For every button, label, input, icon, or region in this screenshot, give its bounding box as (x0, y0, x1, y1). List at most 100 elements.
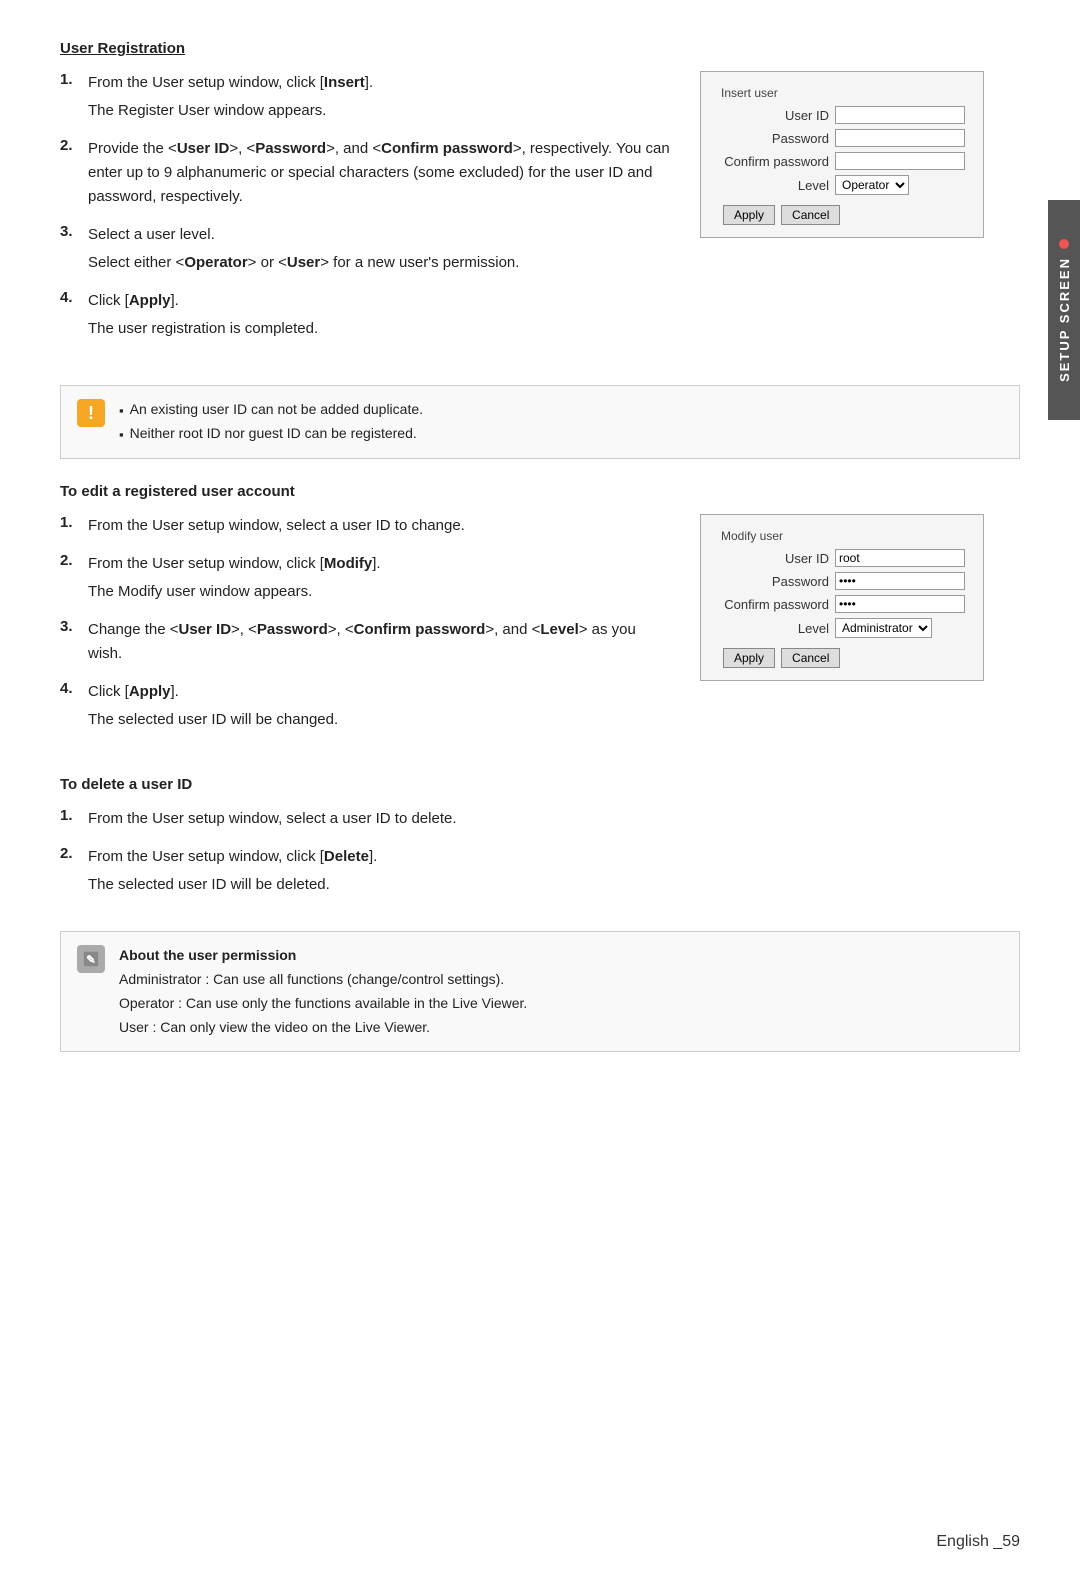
edit-user-section: To edit a registered user account 1. Fro… (60, 483, 1020, 746)
user-registration-content: 1. From the User setup window, click [In… (60, 71, 1020, 355)
delete-step-1: 1. From the User setup window, select a … (60, 807, 1020, 835)
modify-password-input[interactable] (835, 572, 965, 590)
edit-step-1-content: From the User setup window, select a use… (88, 514, 670, 542)
edit-step-4-text: Click [Apply]. (88, 680, 670, 704)
insert-cancel-button[interactable]: Cancel (781, 205, 840, 225)
edit-step-2-text: From the User setup window, click [Modif… (88, 552, 670, 576)
step-2-text: Provide the <User ID>, <Password>, and <… (88, 137, 670, 209)
info-icon: ✎ (77, 945, 105, 973)
insert-userid-row: User ID (719, 106, 965, 124)
insert-apply-button[interactable]: Apply (723, 205, 775, 225)
modify-user-form: Modify user User ID Password Confirm pas… (700, 514, 984, 681)
edit-step-4-num: 4. (60, 680, 84, 736)
insert-user-form: Insert user User ID Password Confirm pas… (700, 71, 984, 238)
modify-password-label: Password (719, 574, 829, 589)
note-box: ! ▪ An existing user ID can not be added… (60, 385, 1020, 459)
edit-step-4-content: Click [Apply]. The selected user ID will… (88, 680, 670, 736)
sidebar-tab-label: SETUP SCREEN (1057, 257, 1072, 382)
insert-confirm-input[interactable] (835, 152, 965, 170)
edit-step-2-sub: The Modify user window appears. (88, 580, 670, 604)
insert-userid-label: User ID (719, 108, 829, 123)
modify-form-buttons: Apply Cancel (719, 648, 965, 668)
pencil-icon: ✎ (82, 950, 100, 968)
edit-step-1-text: From the User setup window, select a use… (88, 514, 670, 538)
insert-form-buttons: Apply Cancel (719, 205, 965, 225)
info-content: About the user permission Administrator … (119, 944, 1003, 1039)
edit-step-2-content: From the User setup window, click [Modif… (88, 552, 670, 608)
edit-step-3: 3. Change the <User ID>, <Password>, <Co… (60, 618, 670, 670)
edit-step-4: 4. Click [Apply]. The selected user ID w… (60, 680, 670, 736)
delete-step-1-text: From the User setup window, select a use… (88, 807, 1020, 831)
step-3-content: Select a user level. Select either <Oper… (88, 223, 670, 279)
step-3-sub: Select either <Operator> or <User> for a… (88, 251, 670, 275)
step-3-text: Select a user level. (88, 223, 670, 247)
modify-cancel-button[interactable]: Cancel (781, 648, 840, 668)
edit-step-3-text: Change the <User ID>, <Password>, <Confi… (88, 618, 670, 666)
modify-userid-input[interactable] (835, 549, 965, 567)
modify-confirm-label: Confirm password (719, 597, 829, 612)
delete-step-2-sub: The selected user ID will be deleted. (88, 873, 1020, 897)
insert-userid-input[interactable] (835, 106, 965, 124)
delete-step-2: 2. From the User setup window, click [De… (60, 845, 1020, 901)
step-3: 3. Select a user level. Select either <O… (60, 223, 670, 279)
note-bullet-2: ▪ (119, 424, 124, 446)
info-heading: About the user permission (119, 944, 1003, 968)
edit-step-4-sub: The selected user ID will be changed. (88, 708, 670, 732)
edit-step-1: 1. From the User setup window, select a … (60, 514, 670, 542)
modify-confirm-row: Confirm password (719, 595, 965, 613)
modify-user-form-container: Modify user User ID Password Confirm pas… (700, 514, 1020, 746)
insert-confirm-row: Confirm password (719, 152, 965, 170)
edit-step-2-num: 2. (60, 552, 84, 608)
edit-steps: 1. From the User setup window, select a … (60, 514, 670, 746)
registration-steps: 1. From the User setup window, click [In… (60, 71, 670, 355)
modify-userid-row: User ID (719, 549, 965, 567)
edit-step-1-num: 1. (60, 514, 84, 542)
modify-form-title: Modify user (719, 529, 965, 543)
delete-user-section: To delete a user ID 1. From the User set… (60, 776, 1020, 901)
insert-level-select[interactable]: Operator User (835, 175, 909, 195)
note-text-1: An existing user ID can not be added dup… (130, 398, 423, 422)
modify-level-label: Level (719, 621, 829, 636)
step-4-sub: The user registration is completed. (88, 317, 670, 341)
modify-confirm-input[interactable] (835, 595, 965, 613)
step-4: 4. Click [Apply]. The user registration … (60, 289, 670, 345)
note-content: ▪ An existing user ID can not be added d… (119, 398, 1003, 446)
info-item-3: User : Can only view the video on the Li… (119, 1016, 1003, 1040)
insert-level-label: Level (719, 178, 829, 193)
insert-password-input[interactable] (835, 129, 965, 147)
edit-step-3-content: Change the <User ID>, <Password>, <Confi… (88, 618, 670, 670)
insert-confirm-label: Confirm password (719, 154, 829, 169)
note-item-2: ▪ Neither root ID nor guest ID can be re… (119, 422, 1003, 446)
info-item-2: Operator : Can use only the functions av… (119, 992, 1003, 1016)
note-item-1: ▪ An existing user ID can not be added d… (119, 398, 1003, 422)
modify-apply-button[interactable]: Apply (723, 648, 775, 668)
page-container: SETUP SCREEN User Registration 1. From t… (0, 0, 1080, 1571)
insert-password-row: Password (719, 129, 965, 147)
edit-step-3-num: 3. (60, 618, 84, 670)
info-box: ✎ About the user permission Administrato… (60, 931, 1020, 1052)
page-number: English _59 (936, 1533, 1020, 1550)
note-text-2: Neither root ID nor guest ID can be regi… (130, 422, 417, 446)
modify-userid-label: User ID (719, 551, 829, 566)
note-bullet-1: ▪ (119, 400, 124, 422)
modify-level-select[interactable]: Administrator Operator User (835, 618, 932, 638)
svg-text:✎: ✎ (86, 954, 96, 967)
edit-user-content: 1. From the User setup window, select a … (60, 514, 1020, 746)
modify-password-row: Password (719, 572, 965, 590)
delete-step-2-num: 2. (60, 845, 84, 901)
user-registration-heading: User Registration (60, 40, 1020, 57)
edit-user-heading: To edit a registered user account (60, 483, 1020, 500)
sidebar-tab: SETUP SCREEN (1048, 200, 1080, 420)
step-2-num: 2. (60, 137, 84, 213)
step-1: 1. From the User setup window, click [In… (60, 71, 670, 127)
user-registration-section: User Registration 1. From the User setup… (60, 40, 1020, 355)
delete-step-1-num: 1. (60, 807, 84, 835)
insert-user-form-container: Insert user User ID Password Confirm pas… (700, 71, 1020, 355)
modify-level-row: Level Administrator Operator User (719, 618, 965, 638)
delete-step-1-content: From the User setup window, select a use… (88, 807, 1020, 835)
step-1-text: From the User setup window, click [Inser… (88, 71, 670, 95)
edit-step-2: 2. From the User setup window, click [Mo… (60, 552, 670, 608)
delete-step-2-content: From the User setup window, click [Delet… (88, 845, 1020, 901)
insert-password-label: Password (719, 131, 829, 146)
step-4-content: Click [Apply]. The user registration is … (88, 289, 670, 345)
